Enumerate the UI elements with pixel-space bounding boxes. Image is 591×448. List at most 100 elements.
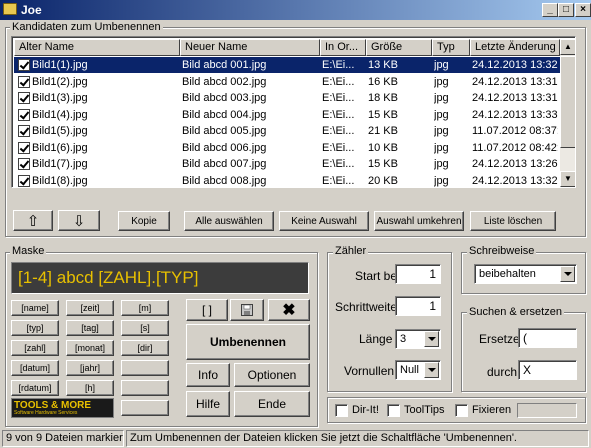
dirit-checkbox[interactable] (335, 404, 348, 417)
fix-label: Fixieren (472, 404, 512, 416)
with-label: durch (487, 365, 518, 379)
tooltips-checkbox[interactable] (387, 404, 400, 417)
scroll-thumb[interactable] (560, 56, 575, 148)
cell-modified: 24.12.2013 13:32: (472, 174, 558, 187)
delete-icon[interactable]: ✖ (268, 299, 310, 321)
logo-subtext: Software Hardware Services (14, 410, 78, 416)
col-old-name[interactable]: Alter Name (14, 39, 180, 56)
row-checkbox[interactable] (18, 108, 30, 121)
minimize-button[interactable]: _ (542, 3, 558, 17)
mask-token-button[interactable]: [dir] (121, 340, 169, 356)
leading-zeros-label: Vornullen (344, 364, 395, 378)
bracket-button[interactable]: [ ] (186, 299, 228, 321)
start-input[interactable]: 1 (395, 264, 441, 284)
table-row[interactable]: Bild1(7).jpg Bild abcd 007.jpg E:\Ei... 15 … (14, 156, 560, 172)
chevron-down-icon[interactable] (424, 362, 439, 378)
cell-size: 13 KB (368, 59, 398, 71)
options-button[interactable]: Optionen (234, 363, 310, 387)
cell-new-name: Bild abcd 005.jpg (182, 125, 267, 137)
exit-button[interactable]: Ende (234, 391, 310, 417)
invert-selection-button[interactable]: Auswahl umkehren (374, 211, 464, 231)
select-all-button[interactable]: Alle auswählen (184, 211, 274, 231)
length-label: Länge (359, 332, 393, 346)
step-input[interactable]: 1 (395, 296, 441, 316)
table-row[interactable]: Bild1(8).jpg Bild abcd 008.jpg E:\Ei... 20 … (14, 173, 560, 188)
mask-token-button[interactable]: [jahr] (66, 360, 114, 376)
col-type[interactable]: Typ (432, 39, 470, 56)
file-list[interactable]: Alter Name Neuer Name In Or... Größe Typ… (11, 36, 576, 188)
mask-token-button[interactable]: [zahl] (11, 340, 59, 356)
row-checkbox[interactable] (18, 158, 30, 170)
cell-modified: 24.12.2013 13:31: (472, 92, 558, 104)
spelling-group-label: Schreibweise (467, 245, 537, 257)
replace-input[interactable]: ( (518, 328, 577, 348)
leading-zeros-select[interactable]: Null (395, 360, 441, 380)
row-checkbox[interactable] (18, 92, 30, 104)
close-button[interactable]: × (575, 3, 591, 17)
select-none-button[interactable]: Keine Auswahl (279, 211, 369, 231)
fix-checkbox[interactable] (455, 404, 468, 417)
mask-token-button[interactable]: [m] (121, 300, 169, 316)
chevron-down-icon[interactable] (560, 266, 575, 282)
table-row[interactable]: Bild1(1).jpg Bild abcd 001.jpg E:\Ei... 13 … (14, 57, 560, 73)
mask-token-button[interactable] (121, 360, 169, 376)
col-size[interactable]: Größe (366, 39, 432, 56)
mask-token-button[interactable]: [tag] (66, 320, 114, 336)
dirit-label: Dir-It! (352, 404, 379, 416)
cell-type: jpg (434, 174, 449, 187)
cell-size: 16 KB (368, 75, 398, 88)
table-row[interactable]: Bild1(3).jpg Bild abcd 003.jpg E:\Ei... 18 … (14, 90, 560, 106)
cell-type: jpg (434, 158, 449, 170)
copy-button[interactable]: Kopie (118, 211, 170, 231)
scroll-up-icon[interactable]: ▲ (560, 39, 575, 55)
window-title: Joe (21, 3, 42, 17)
info-button[interactable]: Info (186, 363, 230, 387)
mask-input[interactable]: [1-4] abcd [ZAHL].[TYP] (11, 262, 309, 294)
mask-token-button[interactable]: [s] (121, 320, 169, 336)
cell-size: 18 KB (368, 92, 398, 104)
mask-token-button[interactable]: [typ] (11, 320, 59, 336)
cell-type: jpg (434, 125, 449, 137)
row-checkbox[interactable] (18, 174, 30, 187)
table-row[interactable]: Bild1(5).jpg Bild abcd 005.jpg E:\Ei... 21 … (14, 123, 560, 139)
row-checkbox[interactable] (18, 59, 30, 71)
mask-token-button[interactable]: [zeit] (66, 300, 114, 316)
table-row[interactable]: Bild1(6).jpg Bild abcd 006.jpg E:\Ei... 10 … (14, 140, 560, 156)
mask-token-button[interactable] (121, 380, 169, 396)
row-checkbox[interactable] (18, 141, 30, 154)
cell-new-name: Bild abcd 001.jpg (182, 59, 267, 71)
help-button[interactable]: Hilfe (186, 391, 230, 417)
chevron-down-icon[interactable] (424, 331, 439, 347)
mask-token-button[interactable]: [datum] (11, 360, 59, 376)
row-checkbox[interactable] (18, 125, 30, 137)
maximize-button[interactable]: □ (558, 3, 574, 17)
start-label: Start bei (355, 269, 400, 283)
cell-old-name: Bild1(2).jpg (32, 75, 88, 88)
length-value: 3 (400, 333, 407, 345)
move-up-button[interactable]: ⇧ (13, 210, 53, 231)
mask-token-button[interactable]: [monat] (66, 340, 114, 356)
cell-type: jpg (434, 92, 449, 104)
cell-directory: E:\Ei... (322, 75, 355, 88)
table-row[interactable]: Bild1(2).jpg Bild abcd 002.jpg E:\Ei... 16 … (14, 74, 560, 90)
table-row[interactable]: Bild1(4).jpg Bild abcd 004.jpg E:\Ei... 15 … (14, 107, 560, 123)
scroll-down-icon[interactable]: ▼ (560, 171, 575, 187)
clear-list-button[interactable]: Liste löschen (470, 211, 556, 231)
save-icon[interactable] (230, 299, 264, 321)
move-down-button[interactable]: ⇩ (58, 210, 100, 231)
mask-token-button[interactable]: [h] (66, 380, 114, 396)
cell-size: 10 KB (368, 141, 398, 154)
list-scrollbar[interactable]: ▲ ▼ (560, 39, 575, 187)
row-checkbox[interactable] (18, 75, 30, 88)
col-modified[interactable]: Letzte Änderung (470, 39, 560, 56)
with-input[interactable]: X (518, 360, 577, 380)
mask-token-button[interactable]: [name] (11, 300, 59, 316)
col-directory[interactable]: In Or... (320, 39, 366, 56)
rename-button[interactable]: Umbenennen (186, 324, 310, 360)
spelling-select[interactable]: beibehalten (474, 264, 577, 284)
mask-token-button[interactable]: [rdatum] (11, 380, 59, 396)
step-label: Schrittweite (335, 300, 398, 314)
mask-token-button[interactable] (121, 400, 169, 416)
col-new-name[interactable]: Neuer Name (180, 39, 320, 56)
length-select[interactable]: 3 (395, 329, 441, 349)
